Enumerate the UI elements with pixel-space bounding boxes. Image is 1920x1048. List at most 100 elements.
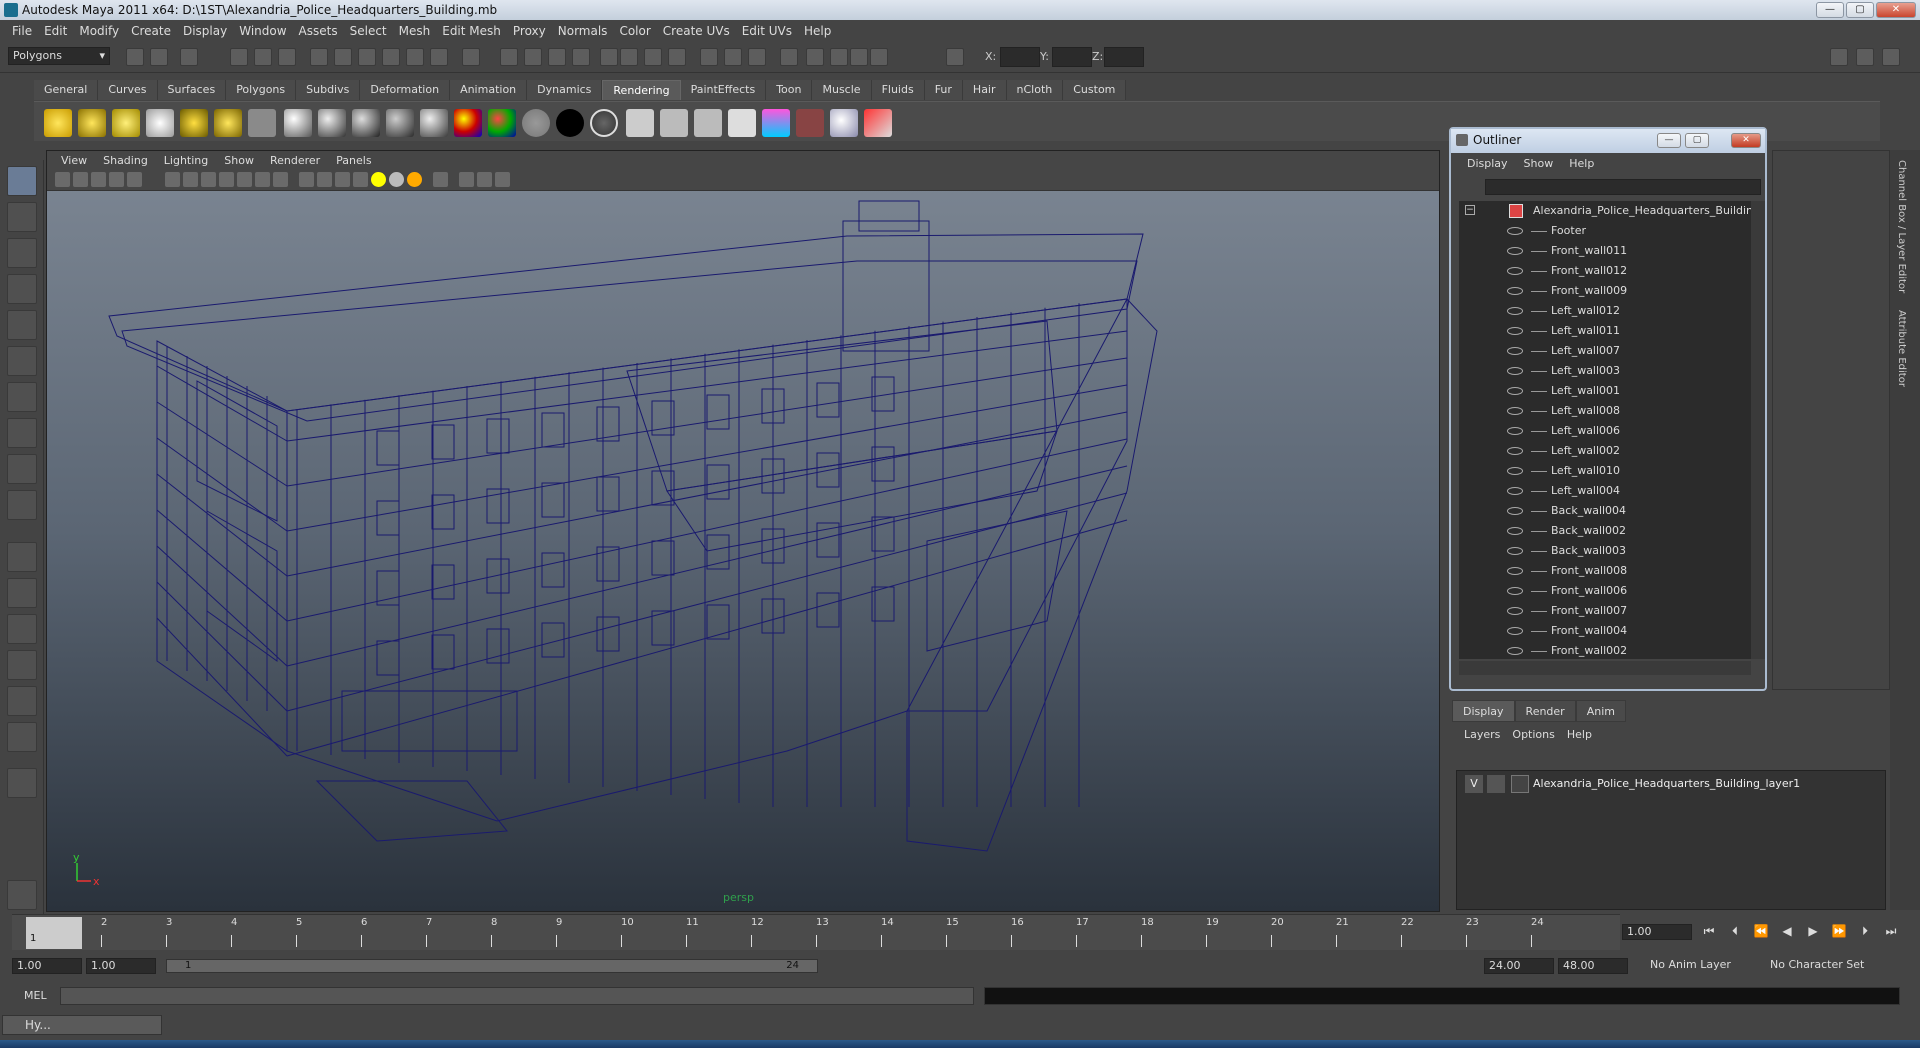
outliner-item[interactable]: Front_wall006 (1459, 581, 1751, 601)
outliner-filter-field[interactable] (1485, 179, 1761, 195)
menu-assets[interactable]: Assets (293, 24, 344, 38)
go-to-start-icon[interactable]: ⏮ (1700, 922, 1718, 940)
status-tool-10-icon[interactable] (382, 48, 400, 66)
status-tool-25-icon[interactable] (780, 48, 798, 66)
shelf-tab-dynamics[interactable]: Dynamics (527, 80, 603, 100)
wireframe-on-shaded-icon[interactable] (335, 172, 350, 187)
outliner-item[interactable]: Left_wall004 (1459, 481, 1751, 501)
select-camera-icon[interactable] (55, 172, 70, 187)
status-tool-28-icon[interactable] (850, 48, 868, 66)
xray-icon[interactable] (459, 172, 474, 187)
viewport-menu-renderer[interactable]: Renderer (262, 154, 328, 167)
close-button[interactable]: ✕ (1876, 2, 1916, 18)
render-layer-icon[interactable] (796, 109, 824, 137)
playback-end-field[interactable]: 24.00 (1484, 958, 1554, 974)
shading-map-icon[interactable] (590, 109, 618, 137)
visibility-eye-icon[interactable] (1507, 387, 1523, 395)
move-tool-icon[interactable] (7, 274, 37, 304)
shelf-tab-deformation[interactable]: Deformation (360, 80, 451, 100)
visibility-eye-icon[interactable] (1507, 647, 1523, 655)
visibility-eye-icon[interactable] (1507, 607, 1523, 615)
status-tool-13-icon[interactable] (462, 48, 480, 66)
phonge-sphere-icon[interactable] (386, 109, 414, 137)
outliner-horizontal-scrollbar[interactable] (1459, 661, 1751, 675)
collapse-icon[interactable]: − (1465, 205, 1475, 215)
status-tool-29-icon[interactable] (870, 48, 888, 66)
layered-shader-icon[interactable] (488, 109, 516, 137)
menu-file[interactable]: File (6, 24, 38, 38)
status-tool-1-icon[interactable] (126, 48, 144, 66)
play-forwards-icon[interactable]: ▶ (1804, 922, 1822, 940)
menu-set-dropdown[interactable]: Polygons (8, 47, 110, 65)
menu-select[interactable]: Select (344, 24, 393, 38)
status-tool-24-icon[interactable] (748, 48, 766, 66)
phong-sphere-icon[interactable] (352, 109, 380, 137)
visibility-eye-icon[interactable] (1507, 627, 1523, 635)
high-quality-icon[interactable] (407, 172, 422, 187)
xray-components-icon[interactable] (495, 172, 510, 187)
panel-toggle-1-icon[interactable] (1830, 48, 1848, 66)
viewport-menu-show[interactable]: Show (216, 154, 262, 167)
viewport-menu-panels[interactable]: Panels (328, 154, 379, 167)
outliner-item[interactable]: Front_wall007 (1459, 601, 1751, 621)
safe-action-icon[interactable] (255, 172, 270, 187)
visibility-eye-icon[interactable] (1507, 407, 1523, 415)
status-tool-21-icon[interactable] (668, 48, 686, 66)
step-forward-key-icon[interactable]: ⏩ (1830, 922, 1848, 940)
anisotropic-sphere-icon[interactable] (420, 109, 448, 137)
shelf-tab-surfaces[interactable]: Surfaces (157, 80, 227, 100)
viewport-menu-lighting[interactable]: Lighting (156, 154, 216, 167)
visibility-eye-icon[interactable] (1507, 367, 1523, 375)
status-tool-6-icon[interactable] (278, 48, 296, 66)
shelf-tab-curves[interactable]: Curves (98, 80, 158, 100)
visibility-eye-icon[interactable] (1507, 247, 1523, 255)
shelf-tab-animation[interactable]: Animation (450, 80, 528, 100)
soft-mod-icon[interactable] (7, 418, 37, 448)
outliner-item[interactable]: Left_wall002 (1459, 441, 1751, 461)
z-field[interactable] (1104, 47, 1144, 67)
range-slider[interactable]: 1 24 (166, 959, 818, 973)
render-settings-icon[interactable] (728, 109, 756, 137)
layer-tab-display[interactable]: Display (1452, 700, 1515, 722)
scale-tool-icon[interactable] (7, 346, 37, 376)
use-background-icon[interactable] (556, 109, 584, 137)
animation-end-field[interactable]: 48.00 (1558, 958, 1628, 974)
menu-edit[interactable]: Edit (38, 24, 73, 38)
layer-menu-options[interactable]: Options (1506, 728, 1560, 741)
single-pane-layout-icon[interactable] (7, 542, 37, 572)
graph-layout-icon[interactable] (7, 650, 37, 680)
status-tool-12-icon[interactable] (430, 48, 448, 66)
visibility-eye-icon[interactable] (1507, 447, 1523, 455)
universal-manipulator-icon[interactable] (7, 382, 37, 412)
directional-light-icon[interactable] (78, 109, 106, 137)
outliner-layout-icon[interactable] (7, 614, 37, 644)
outliner-item[interactable]: Left_wall003 (1459, 361, 1751, 381)
layer-visibility-toggle[interactable]: V (1465, 775, 1483, 793)
status-tool-7-icon[interactable] (310, 48, 328, 66)
outliner-item[interactable]: Left_wall007 (1459, 341, 1751, 361)
step-back-key-icon[interactable]: ⏪ (1752, 922, 1770, 940)
visibility-eye-icon[interactable] (1507, 567, 1523, 575)
menu-modify[interactable]: Modify (73, 24, 125, 38)
dope-sheet-layout-icon[interactable] (7, 722, 37, 752)
paint-canvas-icon[interactable] (864, 109, 892, 137)
grid-icon[interactable] (165, 172, 180, 187)
visibility-eye-icon[interactable] (1507, 427, 1523, 435)
layer-row[interactable]: V Alexandria_Police_Headquarters_Buildin… (1461, 775, 1881, 793)
menu-edit-mesh[interactable]: Edit Mesh (436, 24, 507, 38)
smooth-shade-icon[interactable] (317, 172, 332, 187)
lock-camera-icon[interactable] (73, 172, 88, 187)
shelf-tab-fluids[interactable]: Fluids (871, 80, 925, 100)
step-forward-icon[interactable]: ⏵ (1856, 922, 1874, 940)
status-tool-19-icon[interactable] (620, 48, 638, 66)
hypershade-icon[interactable] (248, 109, 276, 137)
visibility-eye-icon[interactable] (1507, 467, 1523, 475)
shelf-tab-fur[interactable]: Fur (924, 80, 963, 100)
menu-create[interactable]: Create (125, 24, 177, 38)
ramp-shader-icon[interactable] (454, 109, 482, 137)
outliner-root-item[interactable]: − Alexandria_Police_Headquarters_Buildin… (1459, 201, 1751, 221)
outliner-item[interactable]: Back_wall003 (1459, 541, 1751, 561)
outliner-item[interactable]: Left_wall012 (1459, 301, 1751, 321)
status-tool-5-icon[interactable] (254, 48, 272, 66)
textured-icon[interactable] (353, 172, 368, 187)
